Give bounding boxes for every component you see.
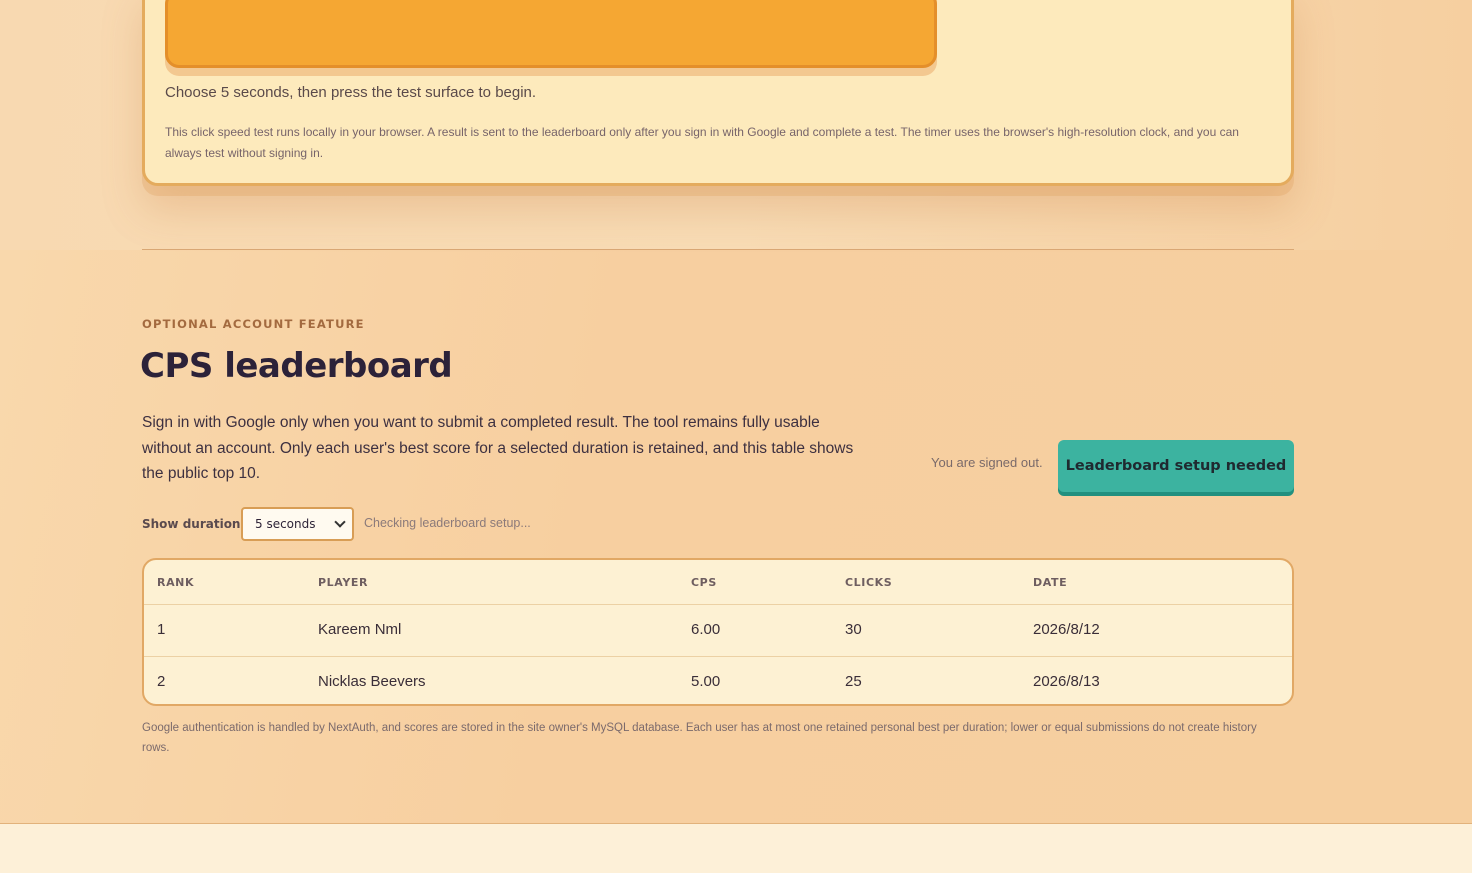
duration-select[interactable]: 5 seconds — [241, 507, 354, 541]
table-row: 1 Kareem Nml 6.00 30 2026/8/12 — [144, 605, 1292, 656]
column-header-cps: CPS — [691, 576, 717, 589]
signed-out-status: You are signed out. — [931, 455, 1043, 470]
duration-select-value: 5 seconds — [255, 517, 316, 531]
column-header-player: PLAYER — [318, 576, 369, 589]
leaderboard-description: Sign in with Google only when you want t… — [142, 414, 854, 482]
test-surface[interactable] — [165, 0, 937, 68]
leaderboard-status-text: Checking leaderboard setup... — [364, 516, 531, 530]
date-cell: 2026/8/13 — [1033, 673, 1100, 690]
footer-band — [0, 823, 1472, 873]
rank-cell: 2 — [157, 673, 166, 690]
column-header-date: DATE — [1033, 576, 1068, 589]
leaderboard-table: RANK PLAYER CPS CLICKS DATE 1 Kareem Nml… — [142, 558, 1294, 706]
test-hint: Choose 5 seconds, then press the test su… — [165, 84, 537, 101]
player-cell: Kareem Nml — [318, 621, 402, 638]
section-eyebrow: OPTIONAL ACCOUNT FEATURE — [142, 317, 365, 331]
clicks-cell: 25 — [845, 673, 862, 690]
duration-label: Show duration — [142, 517, 241, 531]
column-header-clicks: CLICKS — [845, 576, 893, 589]
chevron-down-icon — [334, 516, 346, 528]
leaderboard-setup-button[interactable]: Leaderboard setup needed — [1058, 440, 1294, 492]
cps-cell: 5.00 — [691, 673, 721, 690]
leaderboard-footnote: Google authentication is handled by Next… — [142, 722, 1257, 754]
section-divider — [142, 249, 1294, 250]
table-row: 2 Nicklas Beevers 5.00 25 2026/8/13 — [144, 656, 1292, 704]
table-header: RANK PLAYER CPS CLICKS DATE — [144, 560, 1292, 605]
column-header-rank: RANK — [157, 576, 195, 589]
date-cell: 2026/8/12 — [1033, 621, 1100, 638]
cps-cell: 6.00 — [691, 621, 721, 638]
clicks-cell: 30 — [845, 621, 862, 638]
leaderboard-title: CPS leaderboard — [140, 346, 453, 386]
privacy-note: This click speed test runs locally in yo… — [165, 125, 1239, 160]
player-cell: Nicklas Beevers — [318, 673, 426, 690]
rank-cell: 1 — [157, 621, 166, 638]
